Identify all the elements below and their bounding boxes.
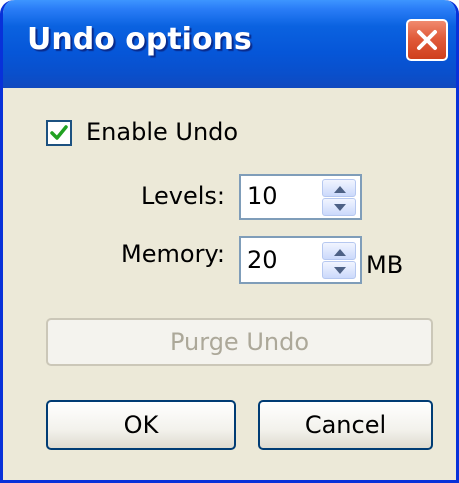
close-icon (417, 30, 437, 50)
close-button[interactable] (406, 19, 448, 61)
undo-options-dialog: Undo options Enable Undo Levels: 10 Memo… (0, 0, 459, 483)
checkmark-icon (50, 125, 68, 140)
memory-down-button[interactable] (322, 261, 356, 279)
levels-down-button[interactable] (322, 198, 356, 216)
arrow-down-icon (334, 204, 346, 211)
enable-undo-checkbox[interactable] (46, 120, 72, 146)
memory-up-button[interactable] (322, 242, 356, 260)
title-bar[interactable]: Undo options (3, 0, 456, 88)
cancel-button[interactable]: Cancel (258, 400, 433, 450)
ok-button-label: OK (123, 411, 159, 439)
purge-undo-label: Purge Undo (169, 328, 310, 356)
memory-spin-field[interactable]: 20 (239, 236, 362, 284)
memory-label: Memory: (121, 240, 225, 268)
enable-undo-label[interactable]: Enable Undo (86, 118, 238, 146)
arrow-up-icon (334, 186, 346, 193)
purge-undo-button[interactable]: Purge Undo (46, 318, 433, 366)
ok-button[interactable]: OK (46, 400, 236, 450)
memory-unit-label: MB (366, 251, 404, 279)
cancel-button-label: Cancel (304, 411, 387, 439)
arrow-down-icon (334, 267, 346, 274)
levels-label: Levels: (141, 182, 225, 210)
levels-spin-field[interactable]: 10 (239, 174, 362, 220)
arrow-up-icon (334, 249, 346, 256)
levels-up-button[interactable] (322, 179, 356, 197)
memory-input[interactable]: 20 (247, 246, 278, 274)
dialog-title: Undo options (27, 22, 252, 57)
levels-input[interactable]: 10 (247, 182, 278, 210)
